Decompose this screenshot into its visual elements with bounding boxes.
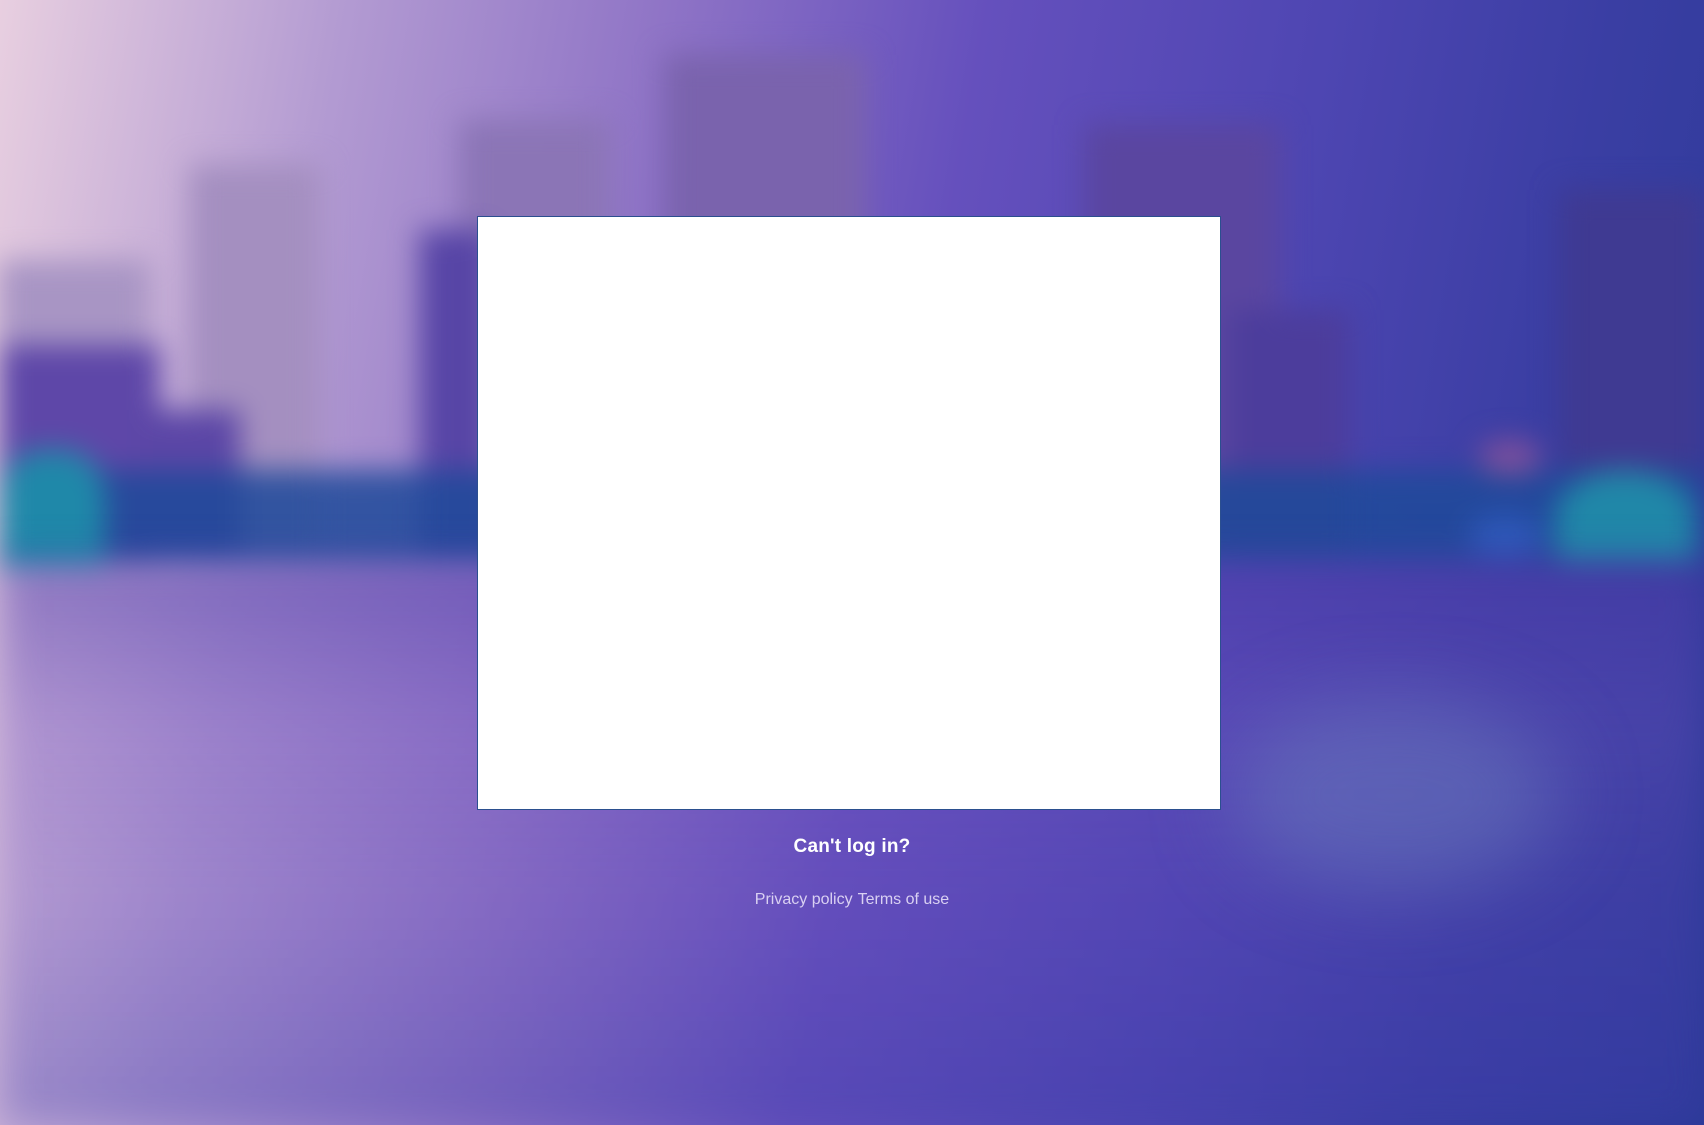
login-page-background: Can't log in? Privacy policy Terms of use	[0, 0, 1704, 1125]
footer-links: Privacy policy Terms of use	[0, 891, 1704, 909]
tree	[1470, 515, 1540, 560]
ground-glow	[1230, 700, 1560, 890]
tree	[1555, 470, 1695, 565]
login-card	[477, 216, 1221, 810]
login-help: Can't log in?	[0, 836, 1704, 858]
light-spot	[1480, 440, 1540, 475]
tree	[0, 450, 105, 570]
cant-log-in-link[interactable]: Can't log in?	[794, 836, 911, 858]
privacy-policy-link[interactable]: Privacy policy	[755, 891, 853, 908]
terms-of-use-link[interactable]: Terms of use	[858, 891, 950, 908]
